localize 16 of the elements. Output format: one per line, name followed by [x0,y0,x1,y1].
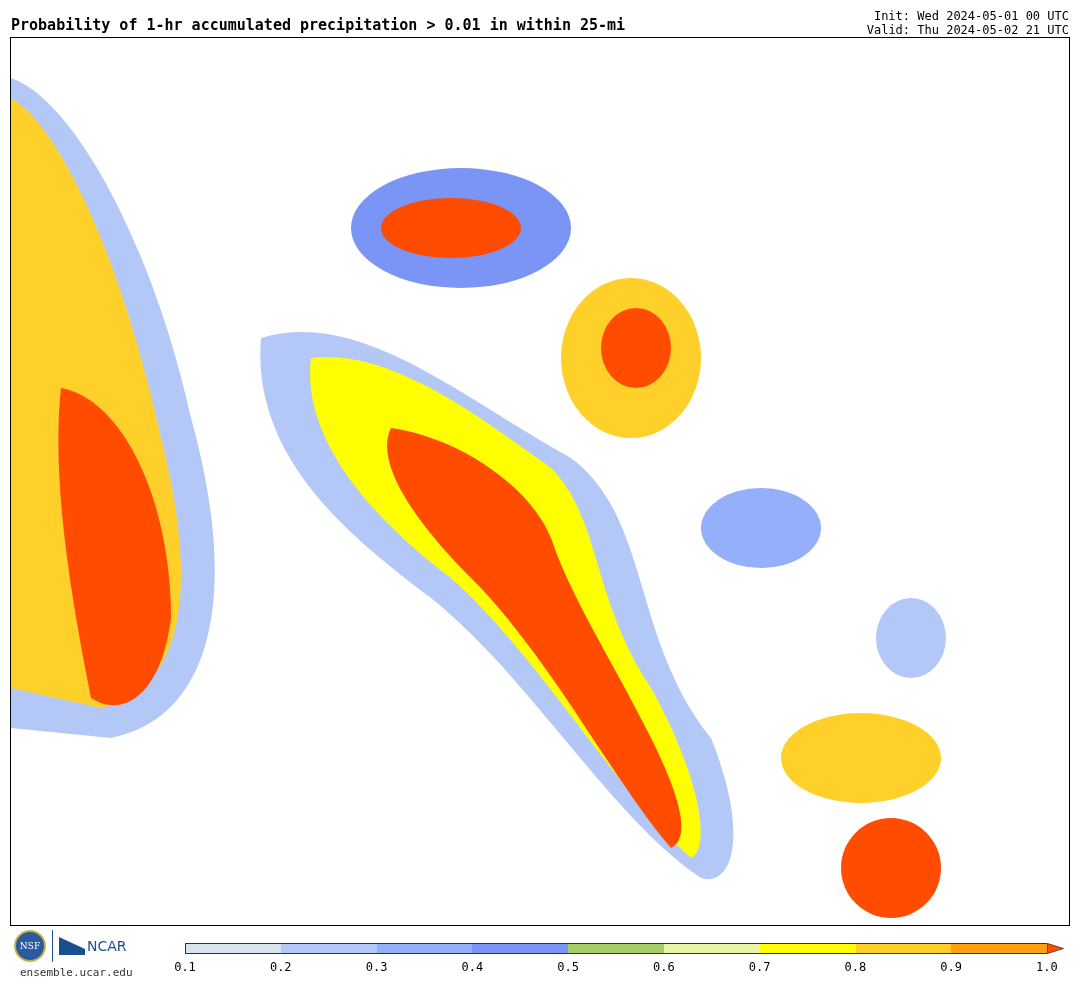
colorbar-tick-label: 0.3 [364,960,389,974]
colorbar-tick-label: 0.1 [173,960,197,974]
colorbar-tick-label: 0.4 [460,960,485,974]
init-time: Init: Wed 2024-05-01 00 UTC [872,9,1069,23]
colorbar-tick-label: 0.9 [939,960,963,974]
colorbar-tick-label: 0.6 [652,960,676,974]
valid-time: Valid: Thu 2024-05-02 21 UTC [866,23,1069,37]
nsf-logo: NSF [14,930,46,962]
colorbar-tick-label: 1.0 [1035,960,1059,974]
colorbar-tick-label: 0.7 [747,960,772,974]
colorbar-tick-label: 0.8 [843,960,868,974]
colorbar-tick-label: 0.2 [268,960,293,974]
chart-title: Probability of 1-hr accumulated precipitation > 0.01 in within 25-mi [11,16,626,36]
colorbar-tick-label: 0.5 [556,960,580,974]
website-url: ensemble.ucar.edu [20,966,133,979]
ncar-logo: NCAR [87,938,127,954]
